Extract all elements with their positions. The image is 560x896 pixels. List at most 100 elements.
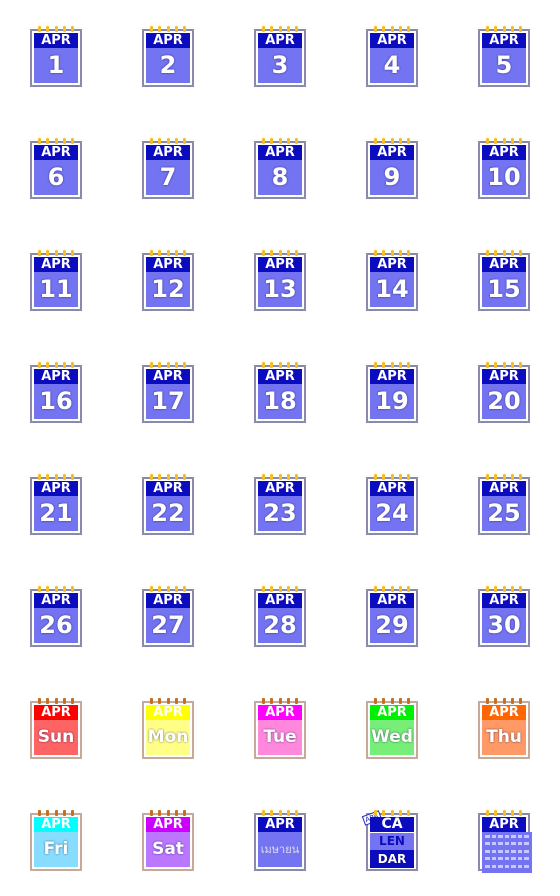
- calendar-page: APR 27: [142, 589, 194, 647]
- grid-cell: [491, 842, 497, 846]
- calendar-emoji[interactable]: APR Tue: [254, 698, 306, 759]
- calendar-emoji[interactable]: APRCALENDAR: [361, 810, 418, 871]
- calendar-page: APR 1: [30, 29, 82, 87]
- ring: [71, 810, 74, 816]
- ring: [150, 810, 153, 816]
- date-number: 13: [258, 272, 302, 307]
- calendar-emoji[interactable]: APR 17: [142, 362, 194, 423]
- ring: [398, 810, 402, 816]
- ring: [407, 698, 410, 704]
- spiral-rings-icon: [150, 362, 186, 368]
- calendar-emoji[interactable]: APR 12: [142, 250, 194, 311]
- calendar-page: APR Sun: [30, 701, 82, 759]
- calendar-emoji[interactable]: APR 27: [142, 586, 194, 647]
- weekday-label: Thu: [482, 720, 526, 755]
- month-header: APR: [34, 593, 78, 608]
- calendar-emoji[interactable]: APR 8: [254, 138, 306, 199]
- calendar-emoji[interactable]: APR 14: [366, 250, 418, 311]
- ring: [262, 362, 265, 368]
- calendar-page: APR Thu: [478, 701, 530, 759]
- calendar-emoji[interactable]: APR 1: [30, 26, 82, 87]
- calendar-emoji[interactable]: APR 4: [366, 26, 418, 87]
- ring: [71, 26, 74, 32]
- calendar-emoji[interactable]: APR เมษายน: [254, 810, 306, 871]
- ring: [71, 138, 74, 144]
- date-number: 9: [370, 160, 414, 195]
- spiral-rings-icon: [486, 810, 522, 816]
- calendar-emoji[interactable]: APR 21: [30, 474, 82, 535]
- date-number: 16: [34, 384, 78, 419]
- calendar-emoji[interactable]: APR Thu: [478, 698, 530, 759]
- calendar-page: APR 4: [366, 29, 418, 87]
- date-number: 22: [146, 496, 190, 531]
- month-header: APR: [146, 33, 190, 48]
- calendar-emoji[interactable]: APR Wed: [366, 698, 418, 759]
- calendar-emoji[interactable]: APR 18: [254, 362, 306, 423]
- calendar-emoji[interactable]: APR 16: [30, 362, 82, 423]
- calendar-page: APR 20: [478, 365, 530, 423]
- calendar-emoji[interactable]: APR 11: [30, 250, 82, 311]
- calendar-emoji[interactable]: APR 5: [478, 26, 530, 87]
- ring: [374, 810, 377, 816]
- ring: [71, 362, 74, 368]
- ring: [519, 474, 522, 480]
- ring: [150, 250, 153, 256]
- calendar-emoji[interactable]: APR 9: [366, 138, 418, 199]
- grid-cell: [498, 864, 503, 868]
- calendar-emoji[interactable]: APR 20: [478, 362, 530, 423]
- month-header: APR: [482, 369, 526, 384]
- ring: [286, 474, 290, 480]
- calendar-emoji[interactable]: APR 30: [478, 586, 530, 647]
- calendar-emoji[interactable]: APR Mon: [142, 698, 194, 759]
- ring: [510, 474, 514, 480]
- grid-cell: [511, 842, 516, 846]
- ring: [150, 586, 153, 592]
- calendar-page: APR 26: [30, 589, 82, 647]
- calendar-word-dar: DAR: [370, 850, 414, 868]
- month-header: CA: [370, 817, 414, 832]
- weekday-label: Tue: [258, 720, 302, 755]
- date-number: 11: [34, 272, 78, 307]
- calendar-emoji[interactable]: APR 23: [254, 474, 306, 535]
- calendar-emoji[interactable]: APR 2: [142, 26, 194, 87]
- calendar-emoji[interactable]: APR 10: [478, 138, 530, 199]
- date-number: 5: [482, 48, 526, 83]
- calendar-emoji[interactable]: APR 22: [142, 474, 194, 535]
- date-number: 10: [482, 160, 526, 195]
- calendar-emoji[interactable]: APR 28: [254, 586, 306, 647]
- calendar-emoji[interactable]: APR 6: [30, 138, 82, 199]
- ring: [407, 810, 410, 816]
- spiral-rings-icon: [150, 810, 186, 816]
- month-header: APR: [370, 33, 414, 48]
- calendar-page: APR 19: [366, 365, 418, 423]
- calendar-emoji[interactable]: APR 15: [478, 250, 530, 311]
- calendar-emoji[interactable]: APR 26: [30, 586, 82, 647]
- calendar-emoji[interactable]: APR Fri: [30, 810, 82, 871]
- calendar-emoji[interactable]: APR 3: [254, 26, 306, 87]
- month-header: APR: [482, 33, 526, 48]
- calendar-emoji[interactable]: APR: [478, 810, 532, 873]
- calendar-emoji[interactable]: APR 25: [478, 474, 530, 535]
- grid-cell: [511, 857, 516, 861]
- ring: [494, 26, 498, 32]
- ring: [286, 138, 290, 144]
- calendar-emoji[interactable]: APR Sun: [30, 698, 82, 759]
- calendar-emoji[interactable]: APR 13: [254, 250, 306, 311]
- weekday-label: Mon: [146, 720, 190, 755]
- calendar-emoji[interactable]: APR Sat: [142, 810, 194, 871]
- ring: [390, 698, 394, 704]
- spiral-rings-icon: [486, 698, 522, 704]
- ring: [62, 362, 66, 368]
- spiral-rings-icon: [486, 250, 522, 256]
- grid-cell: [517, 842, 523, 846]
- ring: [174, 474, 178, 480]
- calendar-emoji[interactable]: APR 7: [142, 138, 194, 199]
- calendar-emoji[interactable]: APR 24: [366, 474, 418, 535]
- ring: [183, 362, 186, 368]
- month-header: APR: [258, 481, 302, 496]
- calendar-emoji[interactable]: APR 19: [366, 362, 418, 423]
- ring: [286, 362, 290, 368]
- calendar-emoji[interactable]: APR 29: [366, 586, 418, 647]
- calendar-page: APR 16: [30, 365, 82, 423]
- ring: [295, 586, 298, 592]
